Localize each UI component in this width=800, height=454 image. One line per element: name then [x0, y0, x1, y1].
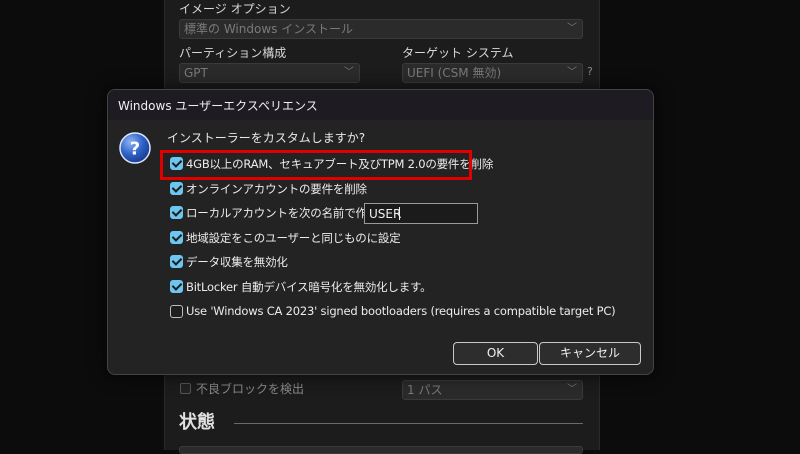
svg-text:?: ?	[130, 139, 140, 160]
dialog-title: Windows ユーザーエクスペリエンス	[118, 99, 318, 113]
chevron-down-icon: ﹀	[344, 67, 354, 78]
option-label: ローカルアカウントを次の名前で作成:	[186, 206, 382, 220]
checkbox-checked[interactable]	[170, 206, 183, 219]
target-system-select[interactable]: UEFI (CSM 無効) ﹀	[402, 63, 583, 83]
partition-value: GPT	[184, 66, 208, 80]
target-help-icon[interactable]: ?	[587, 65, 593, 78]
customize-question: インストーラーをカスタムしますか?	[167, 131, 366, 145]
status-heading: 状態	[179, 412, 215, 433]
text-caret	[399, 207, 400, 220]
ok-button[interactable]: OK	[453, 342, 538, 365]
bad-blocks-checkbox[interactable]	[180, 383, 191, 394]
chevron-down-icon: ﹀	[567, 67, 577, 78]
image-option-label: イメージ オプション	[179, 2, 291, 16]
bad-blocks-label: 不良ブロックを検出	[196, 382, 305, 396]
chevron-down-icon: ﹀	[567, 384, 577, 395]
option-label: データ収集を無効化	[186, 255, 288, 269]
checkbox-checked[interactable]	[170, 280, 183, 293]
target-system-value: UEFI (CSM 無効)	[407, 66, 502, 80]
checkbox-checked[interactable]	[170, 231, 183, 244]
chevron-down-icon: ﹀	[567, 23, 577, 34]
username-input[interactable]	[364, 203, 478, 224]
image-option-value: 標準の Windows インストール	[184, 22, 353, 36]
partition-label: パーティション構成	[179, 46, 287, 60]
highlight-box	[160, 150, 472, 180]
passes-value: 1 パス	[407, 383, 443, 397]
image-option-select[interactable]: 標準の Windows インストール ﹀	[179, 19, 583, 39]
progress-bar	[179, 446, 583, 454]
question-icon: ?	[119, 132, 151, 164]
checkbox-checked[interactable]	[170, 255, 183, 268]
passes-select[interactable]: 1 パス ﹀	[402, 380, 583, 400]
partition-select[interactable]: GPT ﹀	[179, 63, 360, 83]
checkbox-unchecked[interactable]	[170, 305, 183, 318]
target-system-label: ターゲット システム	[402, 46, 514, 60]
option-label: オンラインアカウントの要件を削除	[186, 182, 367, 196]
option-label: BitLocker 自動デバイス暗号化を無効化します。	[186, 280, 432, 294]
checkbox-checked[interactable]	[170, 182, 183, 195]
status-divider	[234, 423, 583, 424]
windows-user-experience-dialog: Windows ユーザーエクスペリエンス ? インストーラーをカスタムしますか?…	[107, 89, 654, 375]
dialog-titlebar[interactable]: Windows ユーザーエクスペリエンス	[108, 90, 653, 120]
option-label: 地域設定をこのユーザーと同じものに設定	[186, 231, 401, 245]
cancel-button[interactable]: キャンセル	[539, 342, 641, 365]
option-label: Use 'Windows CA 2023' signed bootloaders…	[186, 304, 616, 318]
